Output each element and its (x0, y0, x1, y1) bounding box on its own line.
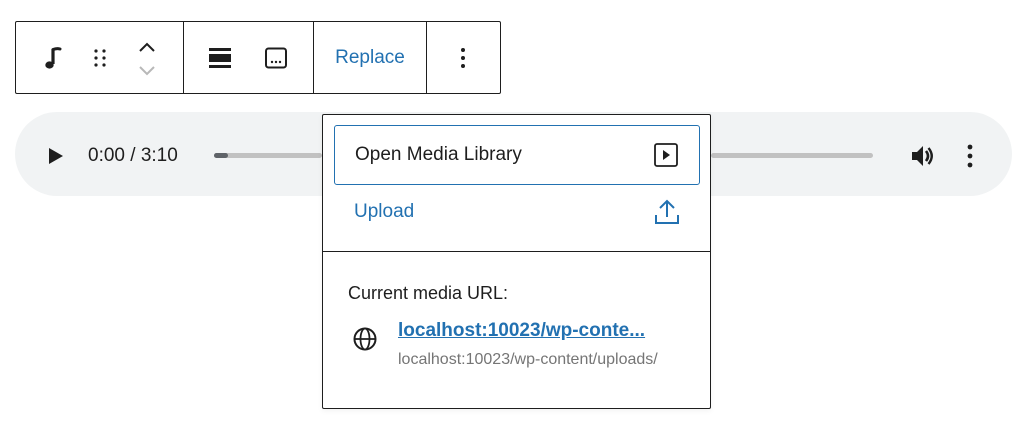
audio-note-icon[interactable] (36, 42, 68, 74)
open-media-library-label: Open Media Library (355, 144, 522, 165)
toolbar-group-options (427, 22, 500, 93)
play-icon[interactable] (46, 145, 66, 167)
seek-track[interactable] (214, 153, 322, 158)
upload-button[interactable]: Upload (334, 193, 700, 231)
time-display: 0:00 / 3:10 (88, 145, 178, 166)
current-media-url-link[interactable]: localhost:10023/wp-conte... (398, 320, 645, 342)
seek-track-right[interactable] (711, 153, 873, 158)
drag-handle-icon[interactable] (84, 42, 116, 74)
caption-icon[interactable] (260, 42, 292, 74)
seek-progress (214, 153, 228, 158)
chevron-down-icon[interactable] (132, 60, 162, 82)
replace-popover: Open Media Library Upload Current media … (322, 114, 711, 409)
current-media-url-label: Current media URL: (348, 283, 509, 303)
toolbar-group-replace: Replace (314, 22, 427, 93)
globe-icon (352, 326, 378, 352)
block-toolbar: Replace (15, 21, 501, 94)
media-play-icon (653, 142, 679, 168)
upload-label: Upload (354, 201, 415, 222)
replace-button-label: Replace (335, 46, 405, 68)
chevron-up-icon[interactable] (132, 36, 162, 58)
open-media-library-button[interactable]: Open Media Library (334, 125, 700, 185)
replace-button[interactable]: Replace (314, 22, 426, 93)
toolbar-group-layout (184, 22, 314, 93)
current-media-url-full: localhost:10023/wp-content/uploads/ (398, 351, 658, 368)
volume-icon[interactable] (910, 143, 936, 169)
align-wide-icon[interactable] (204, 42, 236, 74)
more-vertical-icon[interactable] (447, 42, 479, 74)
player-menu-icon[interactable] (966, 143, 974, 169)
upload-icon (654, 198, 680, 226)
popover-divider (323, 251, 710, 252)
toolbar-group-block (16, 22, 184, 93)
